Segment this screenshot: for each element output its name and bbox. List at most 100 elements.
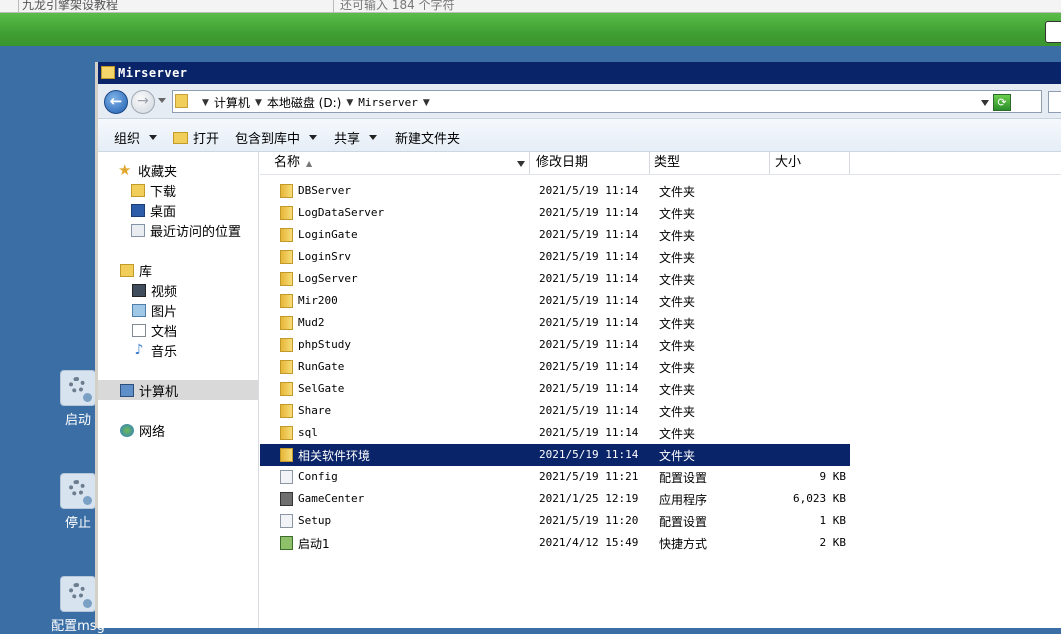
open-button[interactable]: 打开 xyxy=(173,128,219,147)
nav-label: 文档 xyxy=(151,324,178,340)
file-type: 文件夹 xyxy=(659,185,696,199)
window-title: Mirserver xyxy=(118,66,188,80)
chevron-down-icon xyxy=(309,135,318,140)
video-icon xyxy=(132,283,146,297)
nav-label: 最近访问的位置 xyxy=(150,224,242,240)
column-header-size[interactable]: 大小 xyxy=(770,152,850,174)
new-folder-button[interactable]: 新建文件夹 xyxy=(395,128,460,147)
strip-divider xyxy=(18,0,19,12)
file-type: 文件夹 xyxy=(659,207,696,221)
file-type: 配置设置 xyxy=(659,515,708,529)
chevron-right-icon[interactable]: ▼ xyxy=(423,98,430,108)
desktop-icon xyxy=(131,203,145,217)
picture-icon xyxy=(132,303,146,317)
breadcrumb-item[interactable]: 本地磁盘 (D:) xyxy=(267,94,341,111)
column-header-type[interactable]: 类型 xyxy=(650,152,770,174)
folder-icon xyxy=(280,448,293,462)
file-date: 2021/5/19 11:14 xyxy=(539,228,639,241)
file-row[interactable]: LogDataServer 2021/5/19 11:14 文件夹 xyxy=(260,202,850,224)
folder-icon xyxy=(280,360,293,374)
gear-icon xyxy=(60,576,96,612)
open-label: 打开 xyxy=(193,132,220,147)
file-row[interactable]: Share 2021/5/19 11:14 文件夹 xyxy=(260,400,850,422)
refresh-icon[interactable]: ⟳ xyxy=(993,94,1011,111)
chevron-right-icon[interactable]: ▼ xyxy=(202,98,209,108)
file-row[interactable]: SelGate 2021/5/19 11:14 文件夹 xyxy=(260,378,850,400)
column-header-row: 名称 ▲ 修改日期 类型 大小 xyxy=(260,152,1061,175)
folder-icon xyxy=(280,404,293,418)
nav-item-favorites[interactable]: ★ 收藏夹 xyxy=(98,160,278,180)
file-row[interactable]: Setup 2021/5/19 11:20 配置设置 1 KB xyxy=(260,510,850,532)
file-date: 2021/5/19 11:20 xyxy=(539,514,639,527)
file-row[interactable]: 启动1 2021/4/12 15:49 快捷方式 2 KB xyxy=(260,532,850,554)
chevron-right-icon[interactable]: ▼ xyxy=(255,98,262,108)
column-header-name[interactable]: 名称 ▲ xyxy=(260,152,530,174)
config-file-icon xyxy=(280,514,293,528)
file-name: 相关软件环境 xyxy=(298,449,371,463)
folder-icon xyxy=(280,228,293,242)
file-date: 2021/5/19 11:14 xyxy=(539,294,639,307)
file-row[interactable]: sql 2021/5/19 11:14 文件夹 xyxy=(260,422,850,444)
file-size: 6,023 KB xyxy=(793,492,846,505)
recent-pages-dropdown[interactable] xyxy=(158,98,166,103)
breadcrumb-item[interactable]: Mirserver xyxy=(358,96,418,109)
address-history-dropdown[interactable] xyxy=(981,100,989,106)
forward-button[interactable]: → xyxy=(131,90,155,114)
address-bar: ← → ▼ 计算机 ▼ 本地磁盘 (D:) ▼ Mirserver ▼ ⟳ xyxy=(98,84,1061,119)
file-type: 文件夹 xyxy=(659,361,696,375)
breadcrumb-item[interactable]: 计算机 xyxy=(214,94,250,111)
chevron-right-icon[interactable]: ▼ xyxy=(346,98,353,108)
file-type: 快捷方式 xyxy=(659,537,708,551)
file-type: 文件夹 xyxy=(659,273,696,287)
share-label: 共享 xyxy=(334,132,361,147)
include-in-library-menu[interactable]: 包含到库中 xyxy=(235,128,318,147)
column-header-date[interactable]: 修改日期 xyxy=(530,152,650,174)
nav-label: 计算机 xyxy=(139,384,179,400)
file-name: GameCenter xyxy=(298,492,365,505)
nav-label: 视频 xyxy=(151,284,178,300)
file-row[interactable]: LoginSrv 2021/5/19 11:14 文件夹 xyxy=(260,246,850,268)
file-list: DBServer 2021/5/19 11:14 文件夹 LogDataServ… xyxy=(260,180,1061,554)
file-name: sql xyxy=(298,426,318,439)
file-type: 文件夹 xyxy=(659,317,696,331)
address-box[interactable]: ▼ 计算机 ▼ 本地磁盘 (D:) ▼ Mirserver ▼ ⟳ xyxy=(172,90,1042,113)
chevron-down-icon[interactable] xyxy=(517,161,525,167)
open-folder-icon xyxy=(173,131,188,144)
file-row[interactable]: phpStudy 2021/5/19 11:14 文件夹 xyxy=(260,334,850,356)
nav-label: 图片 xyxy=(151,304,178,320)
file-date: 2021/5/19 11:14 xyxy=(539,426,639,439)
minimize-button[interactable] xyxy=(1045,21,1061,43)
file-type: 文件夹 xyxy=(659,383,696,397)
column-label: 修改日期 xyxy=(536,155,589,170)
application-icon xyxy=(280,492,293,506)
file-row[interactable]: Mir200 2021/5/19 11:14 文件夹 xyxy=(260,290,850,312)
file-row[interactable]: Mud2 2021/5/19 11:14 文件夹 xyxy=(260,312,850,334)
search-input[interactable] xyxy=(1048,91,1061,113)
strip-divider xyxy=(333,0,334,12)
organize-menu[interactable]: 组织 xyxy=(114,128,158,147)
nav-item-network[interactable]: 网络 xyxy=(98,420,280,440)
file-type: 配置设置 xyxy=(659,471,708,485)
file-row[interactable]: Config 2021/5/19 11:21 配置设置 9 KB xyxy=(260,466,850,488)
organize-label: 组织 xyxy=(114,132,141,147)
file-row[interactable]: GameCenter 2021/1/25 12:19 应用程序 6,023 KB xyxy=(260,488,850,510)
shortcut-icon xyxy=(280,536,293,550)
file-row[interactable]: LogServer 2021/5/19 11:14 文件夹 xyxy=(260,268,850,290)
file-row[interactable]: RunGate 2021/5/19 11:14 文件夹 xyxy=(260,356,850,378)
nav-item-libraries[interactable]: 库 xyxy=(98,260,280,280)
file-name: Share xyxy=(298,404,332,417)
file-size: 2 KB xyxy=(819,536,847,549)
file-row[interactable]: LoginGate 2021/5/19 11:14 文件夹 xyxy=(260,224,850,246)
nav-item-computer[interactable]: 计算机 xyxy=(98,380,258,400)
title-bar[interactable]: Mirserver xyxy=(98,62,1061,84)
file-row-selected[interactable]: 相关软件环境 2021/5/19 11:14 文件夹 xyxy=(260,444,850,466)
file-name: LoginSrv xyxy=(298,250,351,263)
back-button[interactable]: ← xyxy=(104,90,128,114)
file-date: 2021/5/19 11:14 xyxy=(539,448,639,461)
folder-icon xyxy=(280,426,293,440)
music-note-icon: ♪ xyxy=(134,341,144,358)
file-row[interactable]: DBServer 2021/5/19 11:14 文件夹 xyxy=(260,180,850,202)
share-menu[interactable]: 共享 xyxy=(334,128,378,147)
folder-icon xyxy=(280,272,293,286)
computer-icon xyxy=(120,383,134,397)
